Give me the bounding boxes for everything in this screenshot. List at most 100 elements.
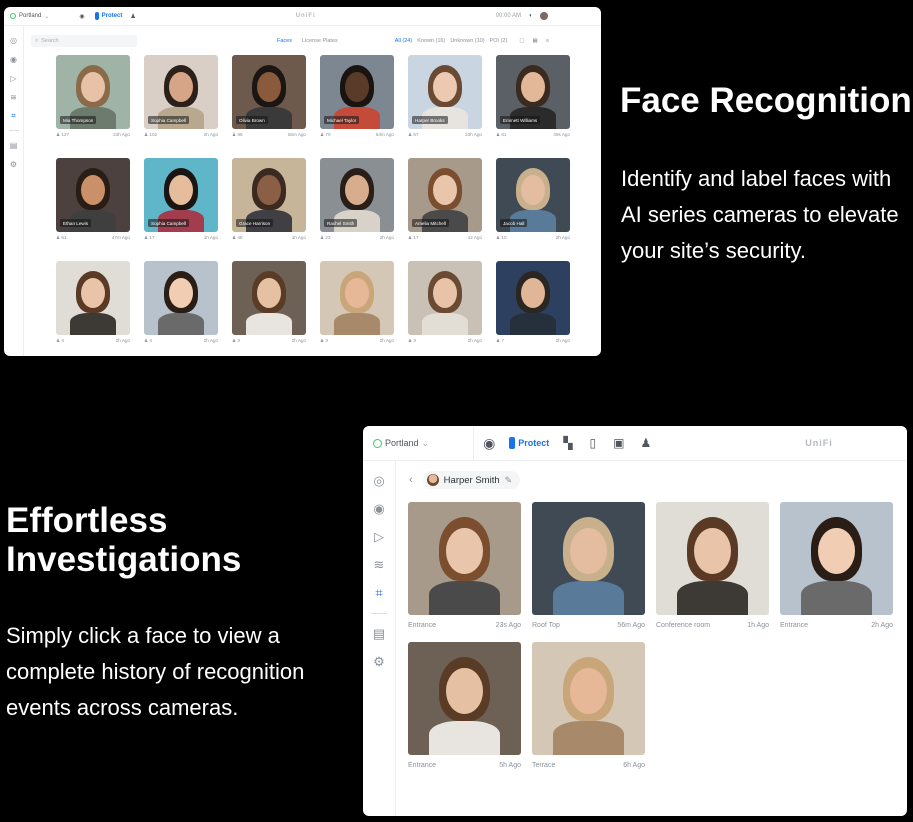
- search-icon: ⌕: [35, 37, 39, 44]
- event-card[interactable]: Conference room 1h Ago: [656, 502, 769, 629]
- door-access-icon[interactable]: ▣: [613, 436, 624, 450]
- face-card[interactable]: Amelia Mitchell ♟ 17 12 Ago: [408, 158, 482, 241]
- face-thumbnail[interactable]: [56, 261, 130, 335]
- face-card[interactable]: Rachel Smith ♟ 23 2h Ago: [320, 158, 394, 241]
- face-card[interactable]: Jacob Hall ♟ 10 2h Ago: [496, 158, 570, 241]
- settings-icon[interactable]: ⚙: [9, 159, 19, 169]
- photo-face: [169, 72, 193, 102]
- face-card[interactable]: Sophia Campbell ♟ 102 2h Ago: [144, 55, 218, 138]
- face-thumbnail[interactable]: Michael Taylor: [320, 55, 394, 129]
- logs-icon[interactable]: ▤: [9, 140, 19, 150]
- face-thumbnail[interactable]: Sophia Campbell: [144, 55, 218, 129]
- online-status-icon: [10, 13, 16, 19]
- site-selector[interactable]: Portland ⌄: [373, 438, 429, 449]
- settings-icon[interactable]: ⚙: [371, 654, 387, 670]
- face-name-tag: Rachel Smith: [324, 219, 358, 227]
- search-input[interactable]: ⌕ Search: [31, 35, 137, 47]
- play-icon[interactable]: ▷: [9, 73, 19, 83]
- faces-window: Portland ⌄ ◉ Protect ♟ UniFi 00:00 AM ◐ …: [4, 7, 601, 356]
- event-thumbnail[interactable]: [408, 502, 521, 615]
- person-chip[interactable]: Harper Smith ✎: [422, 471, 521, 489]
- tab-faces[interactable]: Faces: [277, 38, 292, 44]
- face-thumbnail[interactable]: Mia Thompson: [56, 55, 130, 129]
- event-thumbnail[interactable]: [532, 642, 645, 755]
- face-card[interactable]: Michael Taylor ♟ 70 54m Ago: [320, 55, 394, 138]
- event-thumbnail[interactable]: [780, 502, 893, 615]
- face-thumbnail[interactable]: Grace Harrison: [232, 158, 306, 232]
- face-thumbnail[interactable]: [408, 261, 482, 335]
- face-card[interactable]: Grace Harrison ♟ 48 1h Ago: [232, 158, 306, 241]
- app-protect[interactable]: Protect: [509, 437, 549, 449]
- detections-icon[interactable]: ≋: [9, 92, 19, 102]
- face-scan-icon[interactable]: ⌗: [371, 585, 387, 601]
- face-thumbnail[interactable]: Emmett Williams: [496, 55, 570, 129]
- dashboard-icon[interactable]: ◎: [371, 473, 387, 489]
- phone-icon[interactable]: ▯: [590, 436, 597, 450]
- face-thumbnail[interactable]: Rachel Smith: [320, 158, 394, 232]
- grid-view-icon[interactable]: ▦: [533, 38, 538, 44]
- face-thumbnail[interactable]: Jacob Hall: [496, 158, 570, 232]
- user-icon[interactable]: ♟: [130, 13, 135, 20]
- event-card[interactable]: Terrace 6h Ago: [532, 642, 645, 769]
- apps-icon[interactable]: ◉: [79, 13, 84, 20]
- detections-icon[interactable]: ≋: [371, 557, 387, 573]
- face-card[interactable]: ♟ 3 2h Ago: [232, 261, 306, 344]
- face-card[interactable]: ♟ 3 2h Ago: [320, 261, 394, 344]
- face-card[interactable]: ♟ 4 2h Ago: [56, 261, 130, 344]
- event-thumbnail[interactable]: [656, 502, 769, 615]
- filter-poi[interactable]: POI (2): [490, 38, 508, 44]
- photo-shoulders: [510, 313, 556, 335]
- event-card[interactable]: Entrance 2h Ago: [780, 502, 893, 629]
- event-thumbnail[interactable]: [408, 642, 521, 755]
- select-icon[interactable]: ▢: [519, 38, 524, 44]
- network-icon[interactable]: ▚: [563, 436, 572, 450]
- photo-shoulders: [422, 313, 468, 335]
- face-thumbnail[interactable]: [496, 261, 570, 335]
- logs-icon[interactable]: ▤: [371, 626, 387, 642]
- face-card[interactable]: Ethan Lewis ♟ 61 47m Ago: [56, 158, 130, 241]
- face-thumbnail[interactable]: Harper Brooks: [408, 55, 482, 129]
- face-thumbnail[interactable]: Olivia Brown: [232, 55, 306, 129]
- edit-icon[interactable]: ✎: [505, 475, 513, 486]
- face-card[interactable]: ♟ 3 2h Ago: [408, 261, 482, 344]
- avatar[interactable]: [539, 12, 548, 20]
- event-thumbnail[interactable]: [532, 502, 645, 615]
- tab-license-plates[interactable]: License Plates: [302, 38, 338, 44]
- event-card[interactable]: Roof Top 56m Ago: [532, 502, 645, 629]
- detection-count: ♟ 95: [232, 132, 243, 138]
- face-card[interactable]: Harper Brooks ♟ 57 23h Ago: [408, 55, 482, 138]
- dashboard-icon[interactable]: ◎: [9, 35, 19, 45]
- back-chevron-icon[interactable]: ‹: [409, 474, 413, 486]
- last-seen: 2h Ago: [203, 132, 218, 137]
- face-thumbnail[interactable]: [144, 261, 218, 335]
- face-thumbnail[interactable]: [320, 261, 394, 335]
- filter-all[interactable]: All (24): [395, 38, 412, 44]
- play-icon[interactable]: ▷: [371, 529, 387, 545]
- face-thumbnail[interactable]: Amelia Mitchell: [408, 158, 482, 232]
- face-thumbnail[interactable]: [232, 261, 306, 335]
- app-protect[interactable]: Protect: [94, 12, 122, 20]
- theme-icon[interactable]: ◐: [529, 13, 533, 19]
- face-card[interactable]: Sophia Campbell ♟ 17 1h Ago: [144, 158, 218, 241]
- list-view-icon[interactable]: ≡: [546, 38, 549, 44]
- apps-icon[interactable]: ◉: [483, 435, 495, 452]
- event-card[interactable]: Entrance 5h Ago: [408, 642, 521, 769]
- face-card[interactable]: Olivia Brown ♟ 95 56m Ago: [232, 55, 306, 138]
- face-thumbnail[interactable]: Sophia Campbell: [144, 158, 218, 232]
- face-card[interactable]: Emmett Williams ♟ 61 49s Ago: [496, 55, 570, 138]
- face-thumbnail[interactable]: Ethan Lewis: [56, 158, 130, 232]
- face-card[interactable]: ♟ 7 2h Ago: [496, 261, 570, 344]
- face-card[interactable]: ♟ 4 2h Ago: [144, 261, 218, 344]
- face-card[interactable]: Mia Thompson ♟ 127 23h Ago: [56, 55, 130, 138]
- camera-icon[interactable]: ◉: [9, 54, 19, 64]
- filter-known[interactable]: Known (16): [417, 38, 445, 44]
- online-status-icon: [373, 438, 382, 448]
- face-name-tag: Harper Brooks: [412, 116, 448, 124]
- user-settings-icon[interactable]: ♟: [641, 436, 652, 450]
- photo-face: [818, 527, 855, 574]
- face-scan-icon[interactable]: ⌗: [9, 111, 19, 121]
- camera-icon[interactable]: ◉: [371, 501, 387, 517]
- event-card[interactable]: Entrance 23s Ago: [408, 502, 521, 629]
- filter-unknown[interactable]: Unknown (10): [450, 38, 484, 44]
- site-selector[interactable]: Portland ⌄: [10, 13, 49, 20]
